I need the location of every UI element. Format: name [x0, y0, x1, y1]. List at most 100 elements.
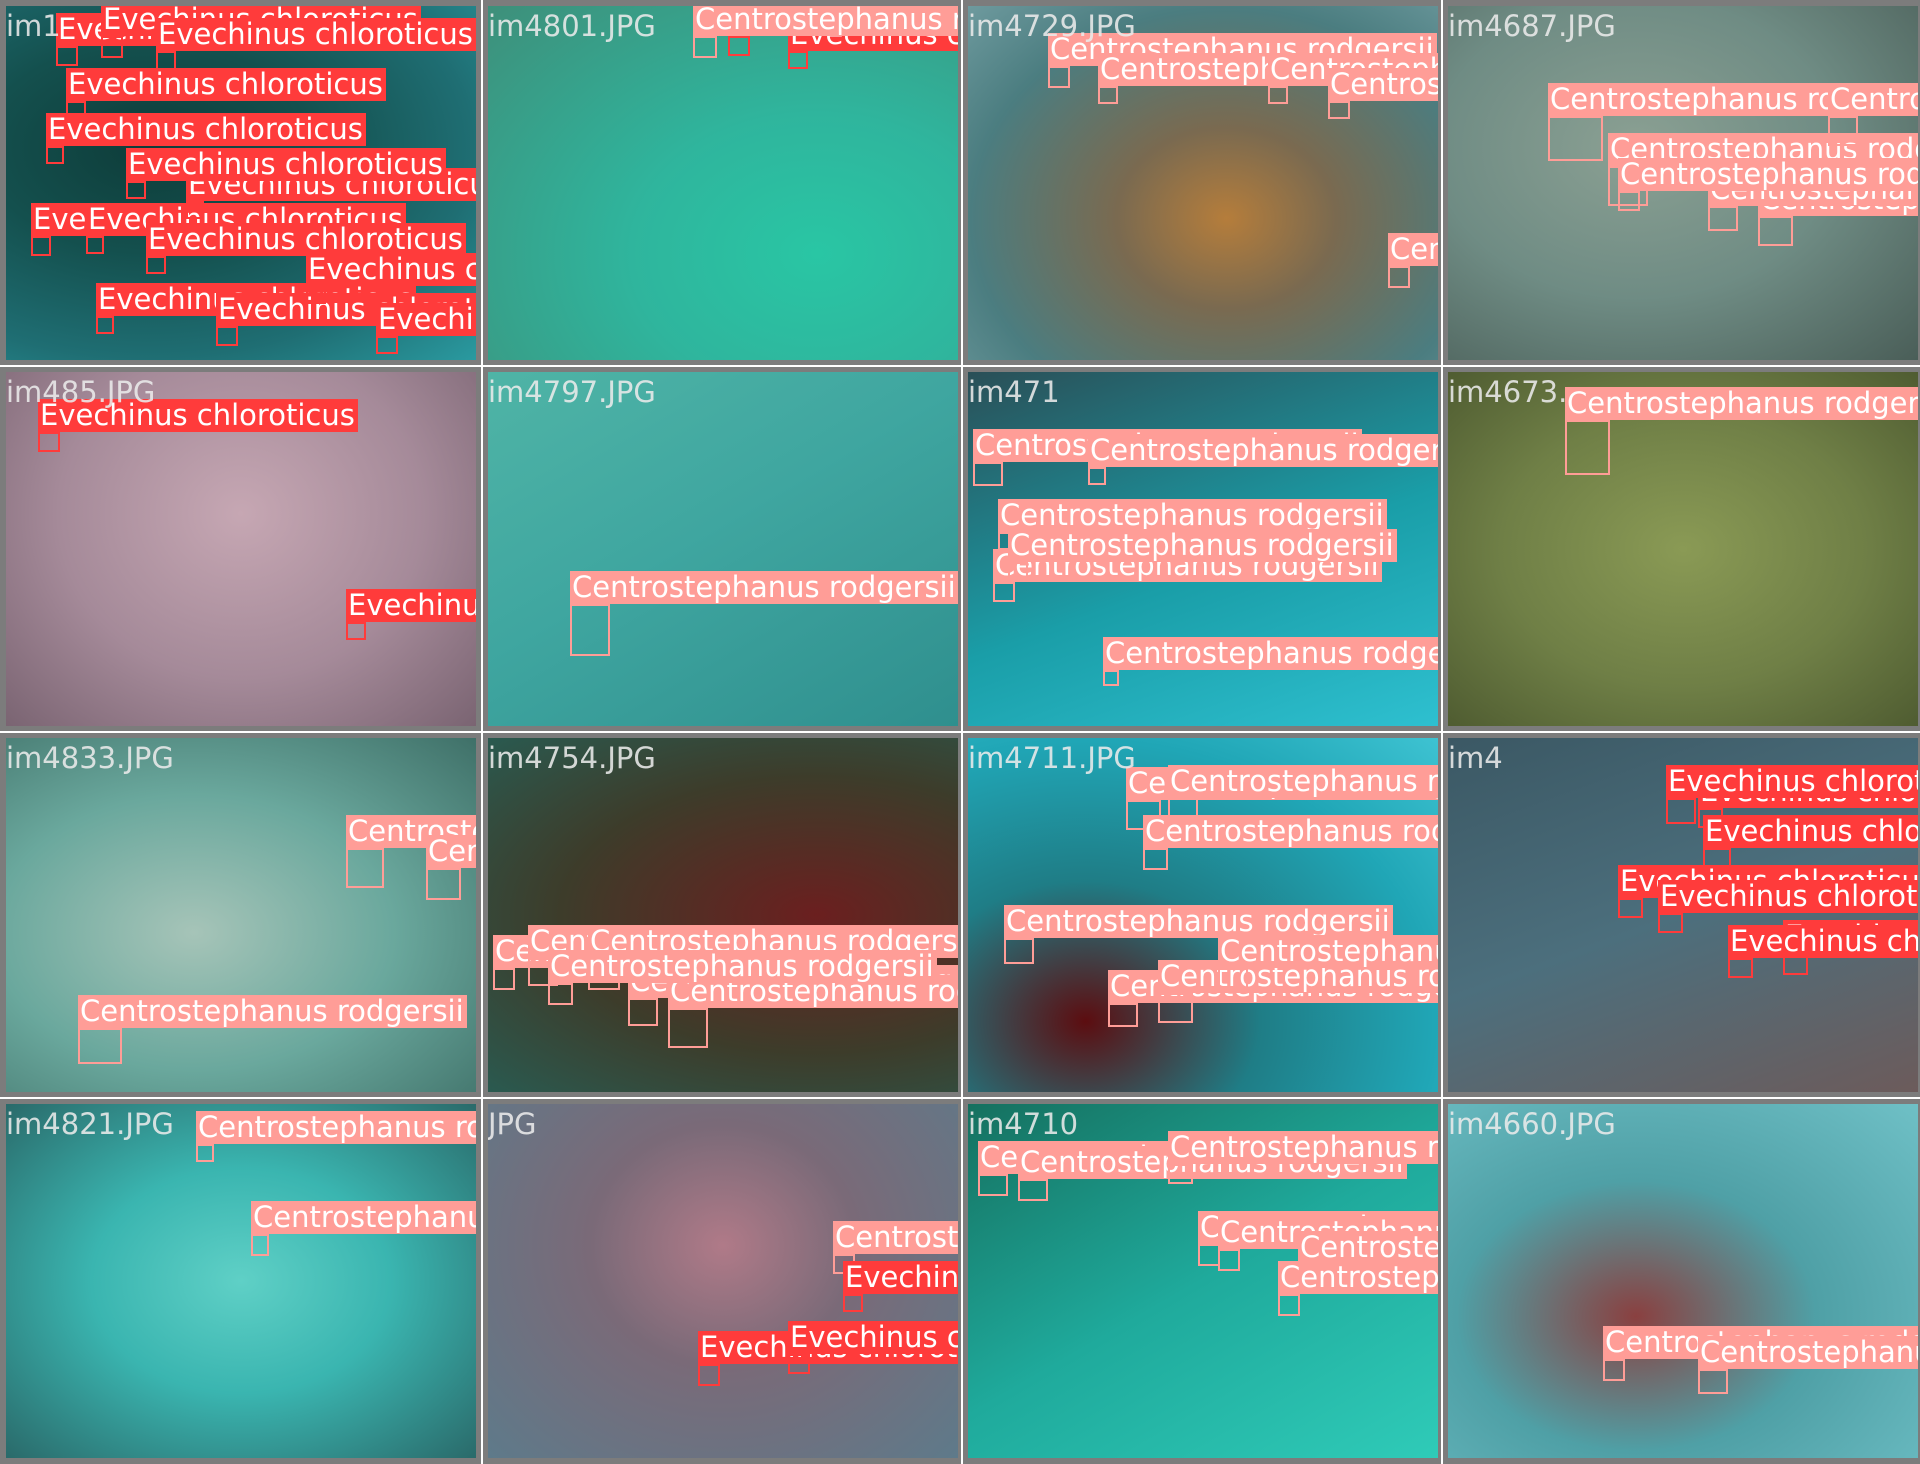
- underwater-photo: [488, 372, 958, 726]
- bounding-box: [1143, 848, 1168, 870]
- detection: Evechinus chloroticus: [1618, 865, 1918, 918]
- bounding-box: [1108, 1003, 1138, 1027]
- detection: Centrostephanus rodgersii: [973, 429, 1362, 486]
- detection-label: Centrostephanus rodgersii: [833, 1221, 958, 1254]
- row-separator: [0, 1097, 1920, 1099]
- detection-label: Centrostephanus rodgersii: [1218, 935, 1438, 968]
- bounding-box: [570, 604, 610, 656]
- detection: Centrostephanus rodgersii: [1218, 1216, 1438, 1271]
- detection: Evechinus chloroticus: [46, 113, 366, 164]
- detection: Evechinus chloroticus: [843, 1261, 958, 1312]
- detection: Centrostephanus rodgersii: [570, 571, 958, 656]
- bounding-box: [1198, 1244, 1220, 1266]
- detection: Centrostephanus rodgersii: [1618, 158, 1918, 211]
- detection-label: Evechinus chloroticus: [46, 113, 366, 146]
- bounding-box: [1388, 266, 1410, 288]
- bounding-box: [56, 46, 78, 66]
- bounding-box: [628, 998, 658, 1026]
- bounding-box: [728, 36, 750, 56]
- bounding-box: [101, 36, 123, 58]
- detection: Evechinus chloroticus: [1728, 925, 1918, 978]
- detection: Evechinus chloroticus: [698, 1331, 958, 1386]
- detection: Centrostephanus rodgersii: [1158, 960, 1438, 1023]
- image-tile: im4801.JPG Evechinus chloroticusEvechinus…: [482, 0, 964, 366]
- detection: Centrostephanus rodgersii: [628, 965, 958, 1026]
- bounding-box: [1708, 206, 1738, 231]
- detection: Evechinus chloroticus: [788, 1321, 958, 1374]
- detection: Evechinus chloroticus: [186, 168, 476, 219]
- bounding-box: [251, 1234, 269, 1256]
- bounding-box: [1218, 1249, 1240, 1271]
- image-tile: im4833.JPG Centrostephanus rodgersii Centr…: [0, 732, 482, 1098]
- detection: Centrostephanus rodgersii: [1088, 434, 1438, 485]
- bounding-box: [1666, 798, 1696, 824]
- bounding-box: [788, 1354, 810, 1374]
- detection: Centrostephanus rodgersii: [1218, 935, 1438, 992]
- detection: Centrostephanus rodgersii: [1758, 183, 1918, 246]
- image-tile: im4687.JPG Centrostephanus rodgersii Centr…: [1442, 0, 1920, 366]
- bounding-box: [548, 983, 573, 1005]
- image-tile: im4 Evechinus chloroticus Evechinus chloro…: [1442, 732, 1920, 1098]
- image-filename: im4821.JPG: [6, 1107, 174, 1141]
- detection: Evechinus chloroticus: [788, 18, 958, 69]
- bounding-box: [46, 146, 64, 164]
- detection-label: Centrostephanus rodgersii: [570, 571, 958, 604]
- detection: Centrostephanus rodgersii: [548, 950, 937, 1005]
- bounding-box: [186, 201, 204, 219]
- image-filename: im4660.JPG: [1448, 1107, 1616, 1141]
- image-filename: JPG: [488, 1107, 537, 1141]
- detection-label: Centrostephanus rodgersii: [1328, 68, 1438, 101]
- image-filename: im471: [968, 375, 1060, 409]
- detection-label: Evechinus chloroticus: [346, 589, 476, 622]
- detection: Centrostephanus rodgersii: [346, 815, 476, 888]
- image-tile: im4754.JPG Centrostephanus rodgersii Centr…: [482, 732, 964, 1098]
- bounding-box: [668, 1008, 708, 1048]
- bounding-box: [1828, 116, 1858, 146]
- detection: Centrostephanus rodgersii: [1108, 970, 1438, 1027]
- detection-label: Centrostephanus rodgersii: [426, 835, 476, 868]
- image-filename: im4729.JPG: [968, 9, 1136, 43]
- bounding-box: [1103, 670, 1119, 686]
- image-tile: im4673. Centrostephanus rodgersii: [1442, 366, 1920, 732]
- bounding-box: [1618, 898, 1643, 918]
- detection: Centrostephanus rodgersii: [1828, 83, 1918, 146]
- image-tile: im4821.JPG Centrostephanus rodgersii Centr…: [0, 1098, 482, 1464]
- detection-label: Centrostephanus rodgersii: [693, 6, 958, 36]
- bounding-box: [1658, 913, 1683, 933]
- bounding-box: [1603, 1359, 1625, 1381]
- bounding-box: [1278, 1294, 1300, 1316]
- bounding-box: [1728, 958, 1753, 978]
- detection: Centrostephanus rodgersii: [668, 975, 958, 1048]
- bounding-box: [993, 582, 1015, 602]
- underwater-photo: [6, 1104, 476, 1458]
- detection-label: Evechinus chloroticus: [1703, 815, 1918, 848]
- underwater-photo: [1448, 372, 1918, 726]
- image-tile: JPG Centrostephanus rodgersii Evechinus ch…: [482, 1098, 964, 1464]
- image-tile: im485.JPG Evechinus chloroticus Evechinus …: [0, 366, 482, 732]
- image-filename: im485.JPG: [6, 375, 156, 409]
- detection: Centrostephanus rodgersii: [1143, 815, 1438, 870]
- image-tile: im1 Evechinus chloroticus Evechinus chloro…: [0, 0, 482, 366]
- bounding-box: [96, 316, 114, 334]
- detection-label: Evechinus chloroticus: [788, 1321, 958, 1354]
- underwater-photo: [6, 738, 476, 1092]
- bounding-box: [973, 462, 1003, 486]
- detection: Evechinus chloroticus: [216, 293, 476, 346]
- bounding-box: [78, 1028, 122, 1064]
- image-tile: im4710Centrostephanus rodgersiiCentroste…: [962, 1098, 1444, 1464]
- detection-label: Centrostephanus rodgersii: [1828, 83, 1918, 116]
- bounding-box: [1268, 86, 1288, 104]
- detection: Evechinus chloroticus: [96, 283, 416, 334]
- bounding-box: [1088, 467, 1106, 485]
- detection-label: Evechinus chloroticus: [156, 18, 476, 51]
- detection: Evechinus chloroticus: [31, 203, 351, 256]
- detection: Centrostephanus rodgersii: [978, 1141, 1367, 1196]
- detection: Centrostephanus rodgersii: [493, 935, 882, 990]
- bounding-box: [196, 1144, 214, 1162]
- detection: Centrostephanus rodgersii: [1004, 905, 1393, 964]
- detection: Evechinus chloroticus: [728, 6, 958, 56]
- bounding-box: [1004, 938, 1034, 964]
- detection-label: Evechinus chloroticus: [126, 148, 446, 181]
- detection: Centrostephanus rodgersii: [1388, 233, 1438, 288]
- bounding-box: [346, 848, 384, 888]
